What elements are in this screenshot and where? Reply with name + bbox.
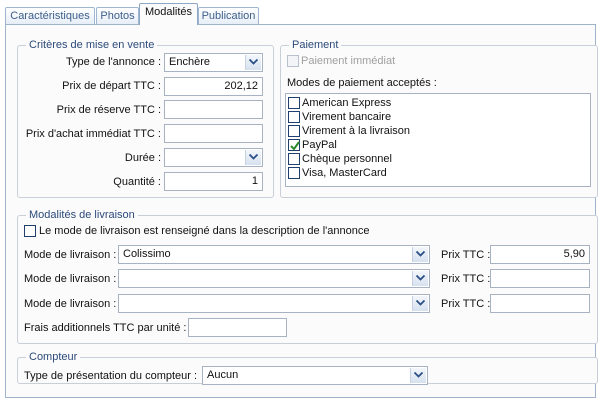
amex-label: American Express <box>302 97 392 109</box>
virement-livraison-checkbox[interactable] <box>288 125 300 137</box>
prix-ttc-label: Prix TTC : <box>441 298 491 310</box>
chevron-down-icon[interactable] <box>245 55 261 70</box>
chevron-down-icon[interactable] <box>410 368 426 383</box>
group-criteres-title: Critères de mise en vente <box>26 38 158 52</box>
type-compteur-select[interactable]: Aucun <box>202 366 428 385</box>
duree-select[interactable] <box>164 148 263 167</box>
chevron-down-icon[interactable] <box>412 247 428 262</box>
duree-label: Durée : <box>124 152 161 164</box>
prix-achat-label: Prix d'achat immédiat TTC : <box>25 128 161 140</box>
group-paiement-title: Paiement <box>289 38 342 52</box>
chevron-down-icon[interactable] <box>412 271 428 286</box>
virement-bancaire-checkbox[interactable] <box>288 111 300 123</box>
mode-livraison-select-1[interactable]: Colissimo <box>118 245 430 264</box>
mode-livraison-select-3[interactable] <box>118 294 430 313</box>
prix-reserve-label: Prix de réserve TTC : <box>56 104 161 116</box>
mode-livraison-label: Mode de livraison : <box>24 249 117 261</box>
prix-achat-input[interactable] <box>164 124 263 143</box>
paiement-immediat-label: Paiement immédiat <box>301 55 396 67</box>
cheque-checkbox[interactable] <box>288 153 300 165</box>
prix-livraison-input-2[interactable] <box>490 269 590 288</box>
mode-livraison-label: Mode de livraison : <box>24 298 117 310</box>
mode-livraison-value-1: Colissimo <box>123 248 171 260</box>
visa-label: Visa, MasterCard <box>302 167 387 179</box>
amex-checkbox[interactable] <box>288 97 300 109</box>
type-compteur-label: Type de présentation du compteur : <box>24 370 198 382</box>
checkmark-icon <box>290 141 300 151</box>
tab-caracteristiques[interactable]: Caractéristiques <box>5 7 95 24</box>
chevron-down-icon[interactable] <box>412 296 428 311</box>
prix-reserve-input[interactable] <box>164 100 263 119</box>
virement-livraison-label: Virement à la livraison <box>302 125 411 137</box>
prix-livraison-input-3[interactable] <box>490 294 590 313</box>
type-annonce-label: Type de l'annonce : <box>65 56 161 68</box>
prix-depart-input[interactable]: 202,12 <box>164 77 263 96</box>
group-compteur-title: Compteur <box>26 350 81 364</box>
tab-photos[interactable]: Photos <box>96 7 139 24</box>
tab-publication[interactable]: Publication <box>198 7 259 24</box>
modes-paiement-label: Modes de paiement acceptés : <box>287 77 437 89</box>
prix-depart-label: Prix de départ TTC : <box>62 80 161 92</box>
type-compteur-value: Aucun <box>207 369 239 381</box>
paiement-immediat-checkbox[interactable] <box>287 55 299 67</box>
mode-livraison-select-2[interactable] <box>118 269 430 288</box>
virement-bancaire-label: Virement bancaire <box>302 111 392 123</box>
visa-checkbox[interactable] <box>288 167 300 179</box>
type-annonce-select[interactable]: Enchère <box>164 53 263 72</box>
prix-ttc-label: Prix TTC : <box>441 273 491 285</box>
modes-paiement-list[interactable]: American Express Virement bancaire Virem… <box>285 93 591 187</box>
paypal-checkbox[interactable] <box>288 139 300 151</box>
chevron-down-icon[interactable] <box>245 150 261 165</box>
frais-additionnels-label: Frais additionnels TTC par unité : <box>24 322 187 334</box>
cheque-label: Chèque personnel <box>302 153 392 165</box>
type-annonce-value: Enchère <box>169 56 210 68</box>
prix-livraison-input-1[interactable]: 5,90 <box>490 245 590 264</box>
prix-ttc-label: Prix TTC : <box>441 249 491 261</box>
quantite-label: Quantité : <box>113 176 161 188</box>
quantite-input[interactable]: 1 <box>164 172 263 191</box>
livraison-renseigne-label: Le mode de livraison est renseigné dans … <box>39 225 370 237</box>
tab-modalites[interactable]: Modalités <box>139 3 198 25</box>
paypal-label: PayPal <box>302 139 337 151</box>
frais-additionnels-input[interactable] <box>188 318 287 337</box>
livraison-renseigne-checkbox[interactable] <box>24 225 36 237</box>
mode-livraison-label: Mode de livraison : <box>24 273 117 285</box>
group-livraison-title: Modalités de livraison <box>26 208 138 222</box>
